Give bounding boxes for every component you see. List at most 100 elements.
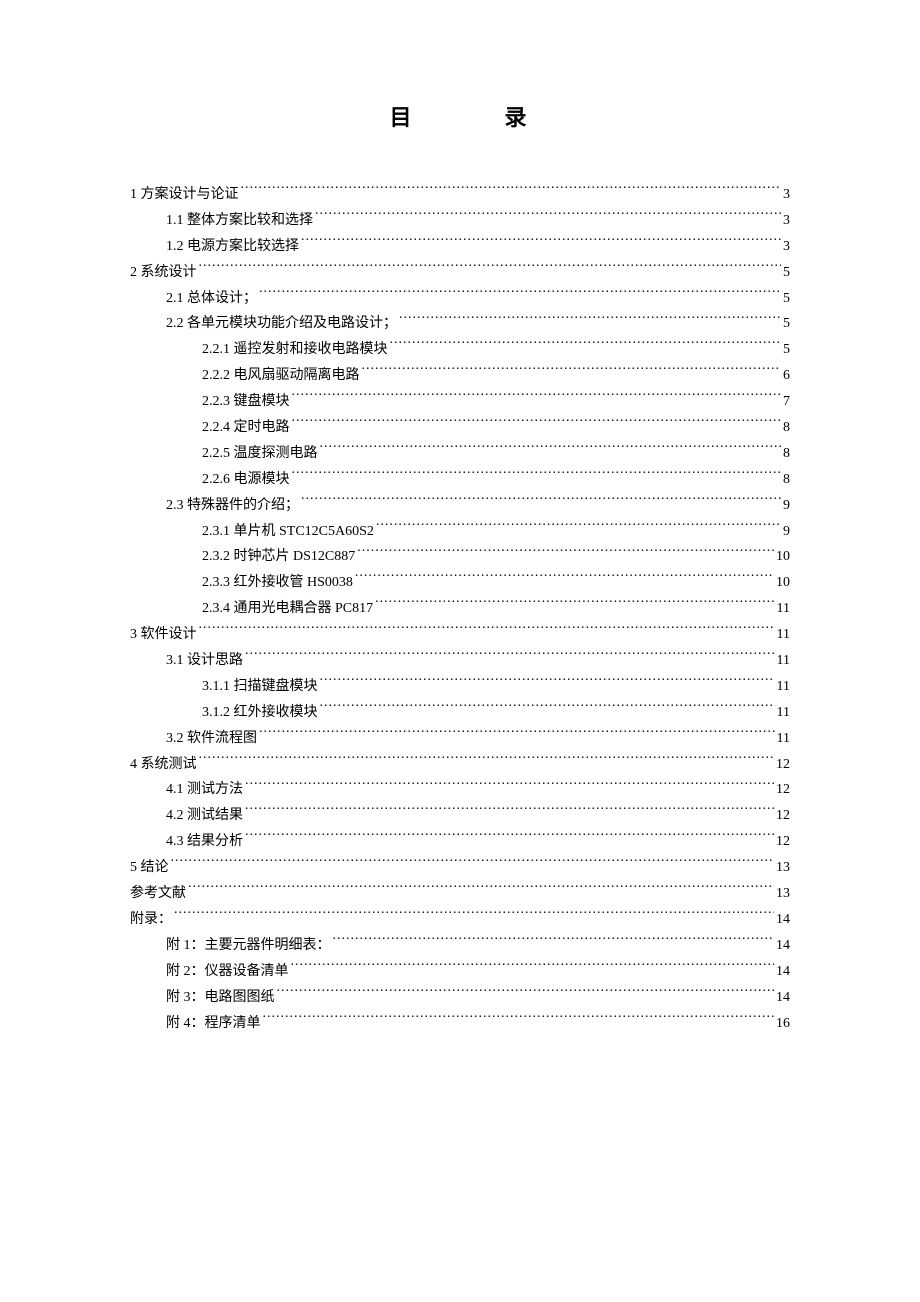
title-left: 目: [389, 105, 415, 130]
toc-entry-label: 1.2 电源方案比较选择: [166, 234, 299, 260]
toc-leader-dots: [199, 262, 782, 276]
table-of-contents: 1 方案设计与论证31.1 整体方案比较和选择31.2 电源方案比较选择32 系…: [130, 182, 790, 1036]
toc-entry-page: 12: [776, 752, 790, 778]
toc-entry-page: 11: [777, 596, 790, 622]
toc-entry-label: 5 结论: [130, 855, 169, 881]
toc-entry-label: 2.2.3 键盘模块: [202, 389, 290, 415]
toc-entry: 3.1.1 扫描键盘模块11: [130, 674, 790, 700]
toc-leader-dots: [315, 210, 781, 224]
toc-leader-dots: [399, 313, 781, 327]
toc-entry: 附录： 14: [130, 907, 790, 933]
toc-entry-label: 1.1 整体方案比较和选择: [166, 208, 313, 234]
toc-entry: 3.2 软件流程图 11: [130, 726, 790, 752]
toc-leader-dots: [263, 1013, 775, 1027]
toc-entry-label: 附 3：电路图图纸: [166, 985, 275, 1011]
toc-leader-dots: [320, 443, 782, 457]
toc-entry-label: 3.2 软件流程图: [166, 726, 257, 752]
toc-entry: 3 软件设计11: [130, 622, 790, 648]
toc-leader-dots: [390, 339, 782, 353]
toc-leader-dots: [174, 909, 774, 923]
toc-entry-label: 2.3.1 单片机 STC12C5A60S2: [202, 519, 374, 545]
toc-entry-page: 12: [776, 803, 790, 829]
toc-entry-label: 3.1 设计思路: [166, 648, 243, 674]
toc-entry-label: 2.2.1 遥控发射和接收电路模块: [202, 337, 388, 363]
toc-entry-label: 附 1：主要元器件明细表：: [166, 933, 331, 959]
toc-entry-page: 13: [776, 855, 790, 881]
toc-entry-page: 5: [783, 286, 790, 312]
toc-entry: 4.1 测试方法12: [130, 777, 790, 803]
toc-entry-label: 3.1.2 红外接收模块: [202, 700, 318, 726]
toc-leader-dots: [199, 624, 775, 638]
toc-entry-page: 12: [776, 829, 790, 855]
toc-entry-label: 2.3.3 红外接收管 HS0038: [202, 570, 353, 596]
page-title: 目 录: [130, 100, 790, 132]
toc-entry-label: 2.2.2 电风扇驱动隔离电路: [202, 363, 360, 389]
toc-leader-dots: [301, 495, 781, 509]
toc-entry: 1 方案设计与论证3: [130, 182, 790, 208]
toc-entry-label: 2.2.6 电源模块: [202, 467, 290, 493]
toc-entry-label: 2.3 特殊器件的介绍；: [166, 493, 299, 519]
toc-leader-dots: [199, 754, 775, 768]
toc-leader-dots: [245, 650, 775, 664]
toc-entry-page: 14: [776, 907, 790, 933]
toc-entry: 1.2 电源方案比较选择 3: [130, 234, 790, 260]
toc-entry: 2.2.3 键盘模块 7: [130, 389, 790, 415]
toc-entry: 2.2.5 温度探测电路8: [130, 441, 790, 467]
toc-leader-dots: [188, 883, 774, 897]
toc-entry: 附 3：电路图图纸14: [130, 985, 790, 1011]
toc-entry-label: 2.3.4 通用光电耦合器 PC817: [202, 596, 373, 622]
toc-entry: 附 2：仪器设备清单14: [130, 959, 790, 985]
toc-leader-dots: [376, 521, 781, 535]
toc-entry: 4.3 结果分析 12: [130, 829, 790, 855]
toc-entry-label: 3.1.1 扫描键盘模块: [202, 674, 318, 700]
toc-entry-page: 3: [783, 182, 790, 208]
toc-entry-page: 16: [776, 1011, 790, 1037]
toc-entry-label: 4.1 测试方法: [166, 777, 243, 803]
toc-entry: 3.1 设计思路 11: [130, 648, 790, 674]
toc-entry-page: 3: [783, 234, 790, 260]
toc-entry-page: 13: [776, 881, 790, 907]
toc-entry: 2.3.4 通用光电耦合器 PC817 11: [130, 596, 790, 622]
toc-leader-dots: [171, 857, 775, 871]
toc-entry: 4.2 测试结果12: [130, 803, 790, 829]
toc-leader-dots: [245, 831, 774, 845]
toc-entry: 2.3.1 单片机 STC12C5A60S29: [130, 519, 790, 545]
toc-entry-page: 14: [776, 933, 790, 959]
toc-entry-page: 10: [776, 544, 790, 570]
toc-entry-page: 5: [783, 311, 790, 337]
toc-entry-page: 10: [776, 570, 790, 596]
toc-leader-dots: [320, 676, 775, 690]
toc-entry-label: 2.2 各单元模块功能介绍及电路设计；: [166, 311, 397, 337]
toc-entry-page: 3: [783, 208, 790, 234]
toc-leader-dots: [277, 987, 775, 1001]
toc-entry-page: 11: [777, 726, 790, 752]
toc-entry: 3.1.2 红外接收模块11: [130, 700, 790, 726]
toc-leader-dots: [375, 598, 774, 612]
toc-leader-dots: [245, 779, 774, 793]
toc-entry-page: 8: [783, 415, 790, 441]
toc-leader-dots: [355, 572, 774, 586]
toc-leader-dots: [301, 236, 781, 250]
toc-entry-label: 4.3 结果分析: [166, 829, 243, 855]
toc-entry-page: 8: [783, 441, 790, 467]
toc-entry-page: 6: [783, 363, 790, 389]
toc-entry: 2 系统设计5: [130, 260, 790, 286]
toc-entry-label: 2 系统设计: [130, 260, 197, 286]
toc-entry: 1.1 整体方案比较和选择 3: [130, 208, 790, 234]
toc-entry: 2.2.2 电风扇驱动隔离电路 6: [130, 363, 790, 389]
toc-leader-dots: [362, 365, 782, 379]
toc-entry-label: 附 4：程序清单: [166, 1011, 261, 1037]
toc-entry-page: 7: [783, 389, 790, 415]
toc-entry: 2.3.2 时钟芯片 DS12C88710: [130, 544, 790, 570]
toc-entry: 4 系统测试12: [130, 752, 790, 778]
toc-entry: 2.2.1 遥控发射和接收电路模块 5: [130, 337, 790, 363]
toc-entry-page: 8: [783, 467, 790, 493]
toc-entry-page: 9: [783, 493, 790, 519]
toc-leader-dots: [245, 805, 774, 819]
toc-entry-page: 5: [783, 337, 790, 363]
toc-entry-label: 附录：: [130, 907, 172, 933]
toc-entry: 2.2 各单元模块功能介绍及电路设计； 5: [130, 311, 790, 337]
toc-entry-page: 11: [777, 648, 790, 674]
toc-entry: 2.3.3 红外接收管 HS0038 10: [130, 570, 790, 596]
toc-leader-dots: [292, 469, 782, 483]
